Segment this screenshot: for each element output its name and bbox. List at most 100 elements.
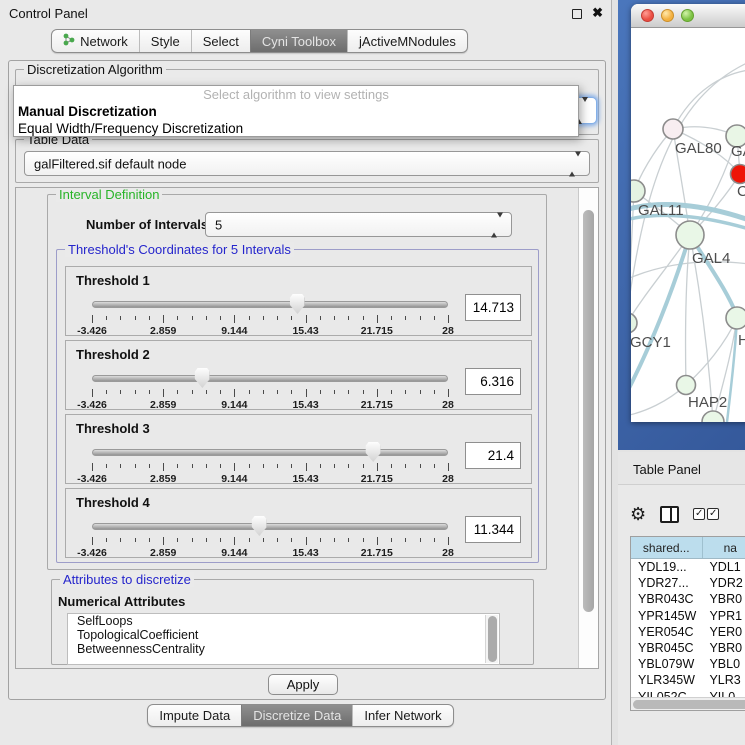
- table-cell[interactable]: YPR145W: [631, 608, 702, 624]
- table-cell[interactable]: YER054C: [631, 624, 702, 640]
- column-header-name[interactable]: na: [703, 537, 745, 558]
- network-node[interactable]: [631, 180, 645, 202]
- attribute-list-item[interactable]: TopologicalCoefficient: [68, 628, 499, 642]
- table-cell[interactable]: YBR045C: [631, 640, 702, 656]
- list-scrollbar[interactable]: [485, 615, 498, 663]
- tab-infer-network[interactable]: Infer Network: [352, 705, 452, 726]
- attribute-list-item[interactable]: SelfLoops: [68, 614, 499, 628]
- table-row[interactable]: YER054CYER0: [631, 624, 745, 640]
- threshold-slider[interactable]: -3.4262.8599.14415.4321.71528: [92, 367, 448, 409]
- network-node[interactable]: [663, 119, 683, 139]
- table-row[interactable]: YBR045CYBR0: [631, 640, 745, 656]
- network-node[interactable]: [676, 221, 704, 249]
- table-data-combobox[interactable]: galFiltered.sif default node: [24, 151, 590, 176]
- table-cell[interactable]: YER0: [702, 624, 745, 640]
- apply-button[interactable]: Apply: [268, 674, 338, 695]
- threshold-value-field[interactable]: 6.316: [465, 368, 521, 395]
- table-cell[interactable]: YBR0: [702, 640, 745, 656]
- column-layout-icon[interactable]: [660, 506, 679, 523]
- slider-thumb[interactable]: [366, 442, 381, 462]
- table-cell[interactable]: YDR27...: [631, 575, 702, 591]
- table-row[interactable]: YBR043CYBR0: [631, 591, 745, 607]
- tab-select[interactable]: Select: [191, 30, 250, 52]
- slider-tick: [106, 464, 107, 468]
- table-horizontal-scrollbar[interactable]: [631, 697, 745, 710]
- slider-thumb[interactable]: [252, 516, 267, 536]
- gear-icon[interactable]: ⚙: [630, 505, 646, 523]
- table-cell[interactable]: YBR0: [702, 591, 745, 607]
- dropdown-prompt-item[interactable]: Select algorithm to view settings: [14, 86, 578, 103]
- minimize-traffic-light-icon[interactable]: [661, 9, 674, 22]
- close-icon[interactable]: ✖: [592, 5, 603, 21]
- slider-tick: [320, 538, 321, 542]
- network-canvas[interactable]: GAL80GACGAL11GAL4GCY1HHAP2: [631, 28, 745, 422]
- table-cell[interactable]: YDL1: [702, 559, 745, 575]
- network-edge[interactable]: [631, 235, 690, 323]
- table-cell[interactable]: YLR3: [702, 672, 745, 688]
- scrollbar-thumb[interactable]: [633, 700, 745, 709]
- threshold-value-field[interactable]: 14.713: [465, 294, 521, 321]
- network-edge[interactable]: [685, 235, 690, 385]
- table-cell[interactable]: YBR043C: [631, 591, 702, 607]
- tab-cyni-toolbox[interactable]: Cyni Toolbox: [250, 30, 347, 52]
- table-cell[interactable]: YBL0: [702, 656, 745, 672]
- scrollbar-thumb[interactable]: [583, 210, 594, 612]
- tab-impute-data[interactable]: Impute Data: [148, 705, 241, 726]
- network-node[interactable]: [631, 313, 637, 333]
- slider-tick: [106, 390, 107, 394]
- tab-discretize-data[interactable]: Discretize Data: [241, 705, 352, 726]
- checkbox-icon[interactable]: ✓: [693, 508, 705, 520]
- slider-tick: [206, 464, 207, 468]
- table-cell[interactable]: YDR2: [702, 575, 745, 591]
- tab-jactivemnodules[interactable]: jActiveMNodules: [347, 30, 467, 52]
- slider-track[interactable]: [92, 301, 448, 308]
- network-node[interactable]: [731, 165, 745, 184]
- column-header-shared-name[interactable]: shared...: [631, 537, 703, 558]
- slider-tick: [405, 390, 406, 394]
- slider-track[interactable]: [92, 449, 448, 456]
- attribute-list-item[interactable]: BetweennessCentrality: [68, 642, 499, 656]
- table-row[interactable]: YDL19...YDL1: [631, 559, 745, 575]
- network-node[interactable]: [726, 307, 745, 329]
- table-cell[interactable]: YPR1: [702, 608, 745, 624]
- threshold-value-field[interactable]: 21.4: [465, 442, 521, 469]
- dropdown-option-manual[interactable]: Manual Discretization: [14, 103, 578, 120]
- tab-style[interactable]: Style: [139, 30, 191, 52]
- network-node[interactable]: [702, 411, 724, 422]
- slider-thumb[interactable]: [195, 368, 210, 388]
- network-node[interactable]: [677, 376, 696, 395]
- network-edge-thick[interactable]: [631, 235, 690, 396]
- network-window-titlebar[interactable]: [631, 4, 745, 28]
- num-intervals-combobox[interactable]: 5: [205, 212, 512, 237]
- dropdown-option-equal-width[interactable]: Equal Width/Frequency Discretization: [14, 120, 578, 137]
- table-row[interactable]: YDR27...YDR2: [631, 575, 745, 591]
- numerical-attributes-list[interactable]: SelfLoopsTopologicalCoefficientBetweenne…: [67, 613, 500, 665]
- table-row[interactable]: YPR145WYPR1: [631, 608, 745, 624]
- slider-tick: [306, 463, 307, 471]
- table-cell[interactable]: YDL19...: [631, 559, 702, 575]
- checkbox-icon[interactable]: ✓: [707, 508, 719, 520]
- slider-track[interactable]: [92, 523, 448, 530]
- network-edge[interactable]: [631, 62, 745, 330]
- table-row[interactable]: YLR345WYLR3: [631, 672, 745, 688]
- table-row[interactable]: YBL079WYBL0: [631, 656, 745, 672]
- float-window-icon[interactable]: [572, 9, 582, 19]
- table-cell[interactable]: YLR345W: [631, 672, 702, 688]
- close-traffic-light-icon[interactable]: [641, 9, 654, 22]
- threshold-slider[interactable]: -3.4262.8599.14415.4321.71528: [92, 293, 448, 335]
- tab-network[interactable]: Network: [52, 30, 139, 52]
- slider-tick: [234, 315, 235, 323]
- slider-thumb[interactable]: [290, 294, 305, 314]
- zoom-traffic-light-icon[interactable]: [681, 9, 694, 22]
- slider-tick: [263, 464, 264, 468]
- threshold-slider[interactable]: -3.4262.8599.14415.4321.71528: [92, 515, 448, 557]
- network-edge[interactable]: [686, 318, 737, 385]
- threshold-slider[interactable]: -3.4262.8599.14415.4321.71528: [92, 441, 448, 483]
- slider-tick-label: 9.144: [221, 325, 247, 337]
- threshold-value-field[interactable]: 11.344: [465, 516, 521, 543]
- table-cell[interactable]: YBL079W: [631, 656, 702, 672]
- settings-vertical-scrollbar[interactable]: [578, 188, 598, 668]
- slider-track[interactable]: [92, 375, 448, 382]
- select-columns-icons[interactable]: ✓ ✓: [693, 508, 719, 520]
- slider-tick: [120, 464, 121, 468]
